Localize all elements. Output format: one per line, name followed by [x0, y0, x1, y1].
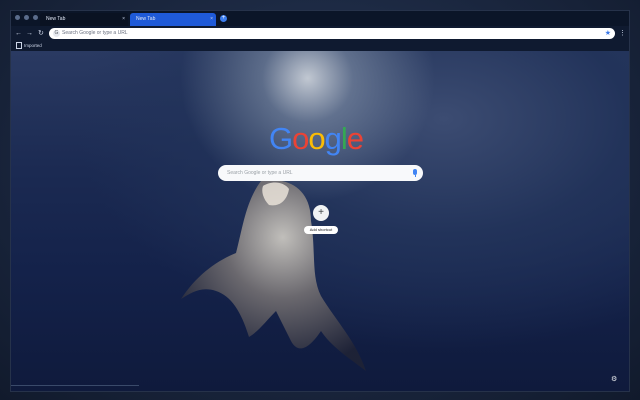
minimize-window-button[interactable] — [24, 15, 29, 20]
tab-title: New Tab — [136, 16, 156, 22]
logo-letter: g — [324, 121, 342, 156]
tab-strip: New Tab × New Tab × + — [11, 11, 629, 26]
bookmark-label: Imported — [24, 43, 42, 48]
close-window-button[interactable] — [15, 15, 20, 20]
browser-window: New Tab × New Tab × + ← → ↻ G Search Goo… — [11, 11, 629, 391]
toolbar: ← → ↻ G Search Google or type a URL ★ ⋮ — [11, 26, 629, 41]
back-icon[interactable]: ← — [15, 26, 22, 41]
new-tab-button[interactable]: + — [220, 15, 227, 22]
bookmark-imported[interactable]: Imported — [16, 42, 42, 50]
add-shortcut-button[interactable]: + — [313, 205, 329, 221]
menu-icon[interactable]: ⋮ — [619, 26, 626, 41]
google-logo: Google — [269, 121, 364, 157]
search-placeholder: Search Google or type a URL — [227, 170, 293, 176]
omnibox-placeholder: Search Google or type a URL — [62, 30, 128, 36]
shark-background-image — [181, 181, 366, 371]
add-shortcut-label: Add shortcut — [304, 226, 338, 234]
bookmarks-bar: Imported — [11, 41, 629, 51]
logo-letter: o — [308, 121, 325, 156]
omnibox[interactable]: G Search Google or type a URL ★ — [49, 28, 615, 39]
reload-icon[interactable]: ↻ — [38, 26, 44, 41]
tab-close-icon[interactable]: × — [210, 13, 213, 26]
tab-title: New Tab — [46, 16, 66, 22]
customize-gear-icon[interactable]: ⚙ — [611, 376, 617, 383]
tab-close-icon[interactable]: × — [122, 13, 125, 26]
folder-icon — [16, 42, 22, 50]
tab-new-tab-2[interactable]: New Tab × — [130, 13, 216, 26]
search-box[interactable]: Search Google or type a URL — [218, 165, 423, 181]
logo-letter: e — [346, 121, 364, 156]
bookmark-star-icon[interactable]: ★ — [605, 28, 611, 39]
tab-new-tab-1[interactable]: New Tab × — [40, 13, 128, 26]
logo-letter: G — [269, 121, 293, 156]
maximize-window-button[interactable] — [33, 15, 38, 20]
status-bar — [11, 385, 139, 390]
window-controls — [15, 15, 38, 20]
microphone-icon[interactable] — [413, 169, 417, 177]
logo-letter: o — [292, 121, 309, 156]
new-tab-page: Google Search Google or type a URL + Add… — [11, 51, 629, 391]
forward-icon[interactable]: → — [26, 26, 33, 41]
google-icon: G — [53, 30, 60, 37]
